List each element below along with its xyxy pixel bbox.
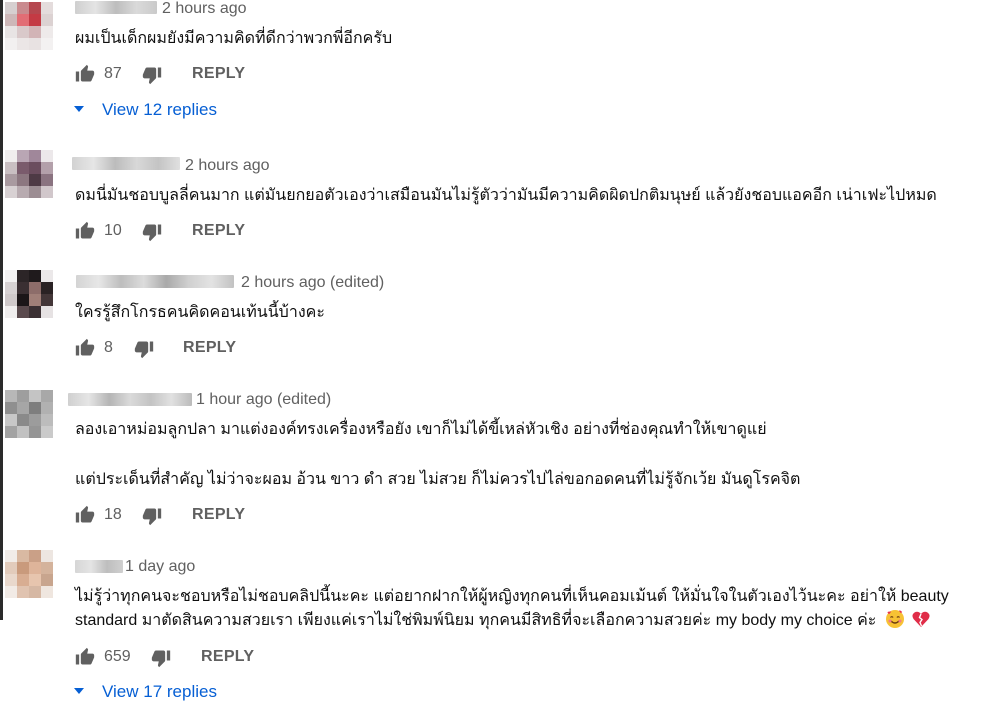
author-name-blurred[interactable] [75, 560, 123, 573]
view-replies-label: View 12 replies [102, 100, 217, 119]
view-replies-label: View 17 replies [102, 682, 217, 701]
dislike-button[interactable] [142, 65, 162, 90]
reply-button[interactable]: REPLY [192, 505, 245, 525]
thumb-down-icon [134, 341, 154, 359]
comment-text: standard มาตัดสินความสวยเรา เพียงแค่เราไ… [75, 612, 877, 629]
caret-down-icon [74, 687, 84, 694]
like-count: 8 [104, 339, 113, 356]
like-button[interactable] [75, 64, 95, 89]
like-button[interactable] [75, 505, 95, 530]
like-button[interactable] [75, 338, 95, 363]
avatar[interactable] [5, 150, 53, 198]
dislike-button[interactable] [151, 648, 171, 673]
avatar[interactable] [5, 550, 53, 598]
caret-down-icon [74, 105, 84, 112]
dislike-button[interactable] [142, 222, 162, 247]
comment-time[interactable]: 1 day ago [125, 558, 195, 576]
avatar[interactable] [5, 270, 53, 318]
comment-text: แต่ประเด็นที่สำคัญ ไม่ว่าจะผอม อ้วน ขาว … [75, 471, 801, 488]
thumb-down-icon [142, 224, 162, 242]
like-count: 87 [104, 65, 122, 82]
broken-heart-emoji [912, 611, 930, 627]
like-count: 18 [104, 506, 122, 523]
thumb-up-icon [75, 64, 95, 82]
avatar[interactable] [5, 2, 53, 50]
reply-button[interactable]: REPLY [201, 647, 254, 667]
thumb-down-icon [151, 650, 171, 668]
thumb-up-icon [75, 505, 95, 523]
thumb-down-icon [142, 67, 162, 85]
view-replies-button[interactable]: View 12 replies [74, 100, 217, 120]
like-count: 659 [104, 648, 131, 665]
author-name-blurred[interactable] [76, 275, 234, 288]
comment-time[interactable]: 1 hour ago (edited) [196, 391, 331, 409]
comment-time[interactable]: 2 hours ago [162, 0, 247, 18]
author-name-blurred[interactable] [72, 157, 180, 170]
dislike-button[interactable] [142, 506, 162, 531]
like-count: 10 [104, 222, 122, 239]
author-name-blurred[interactable] [75, 1, 157, 14]
like-button[interactable] [75, 221, 95, 246]
smiling-face-with-hearts-emoji [885, 609, 904, 628]
comment-time[interactable]: 2 hours ago (edited) [241, 274, 384, 292]
comment-text: ผมเป็นเด็กผมยังมีความคิดที่ดีกว่าพวกพี่อ… [75, 30, 393, 47]
author-name-blurred[interactable] [68, 393, 192, 406]
comment-text: ลองเอาหม่อมลูกปลา มาแต่งองค์ทรงเครื่องหร… [75, 421, 767, 438]
comment-text-line: standard มาตัดสินความสวยเรา เพียงแค่เราไ… [75, 608, 931, 633]
left-border [0, 0, 3, 620]
comment-time[interactable]: 2 hours ago [185, 157, 270, 175]
comment-text: ดมนี่มันชอบบูลลี่คนมาก แต่มันยกยอตัวเองว… [75, 187, 937, 204]
avatar[interactable] [5, 390, 53, 438]
thumb-down-icon [142, 508, 162, 526]
comment-text: ใครรู้สึกโกรธคนคิดคอนเท้นนี้บ้างคะ [75, 304, 325, 321]
dislike-button[interactable] [134, 339, 154, 364]
view-replies-button[interactable]: View 17 replies [74, 682, 217, 702]
like-button[interactable] [75, 647, 95, 672]
thumb-up-icon [75, 338, 95, 356]
thumb-up-icon [75, 221, 95, 239]
comment-text: ไม่รู้ว่าทุกคนจะชอบหรือไม่ชอบคลิปนี้นะคะ… [75, 588, 949, 605]
reply-button[interactable]: REPLY [192, 221, 245, 241]
thumb-up-icon [75, 647, 95, 665]
reply-button[interactable]: REPLY [192, 64, 245, 84]
reply-button[interactable]: REPLY [183, 338, 236, 358]
